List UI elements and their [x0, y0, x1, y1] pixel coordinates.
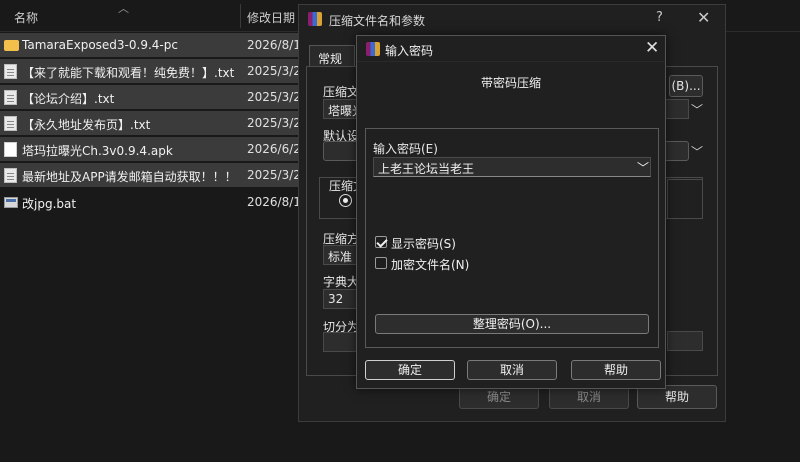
sort-up-icon: ︿: [118, 2, 129, 15]
dialog-titlebar[interactable]: 压缩文件名和参数 ? ✕: [299, 5, 725, 33]
folder-icon: [4, 40, 19, 51]
dict-select[interactable]: 32: [323, 289, 357, 309]
encrypt-names-label[interactable]: 加密文件名(N): [391, 256, 469, 273]
file-name: 最新地址及APP请发邮箱自动获取！！！....: [22, 170, 237, 184]
help-button[interactable]: 帮助: [571, 360, 661, 380]
file-name: 塔玛拉曝光Ch.3v0.9.4.apk: [22, 144, 173, 158]
password-input[interactable]: 上老王论坛当老王: [373, 157, 651, 177]
text-file-icon: [4, 168, 17, 183]
dict-label: 字典大: [323, 275, 360, 289]
help-icon[interactable]: ?: [656, 10, 663, 25]
split-select[interactable]: [323, 332, 357, 352]
dialog-heading: 带密码压缩: [480, 76, 541, 90]
file-name: TamaraExposed3-0.9.4-pc: [22, 38, 178, 52]
file-row[interactable]: 【永久地址发布页】.txt 2025/3/20: [0, 111, 309, 135]
tab-general[interactable]: 常规: [309, 45, 355, 67]
password-label: 输入密码(E): [373, 142, 438, 156]
chevron-down-icon[interactable]: ﹀: [691, 143, 703, 160]
chevron-down-icon[interactable]: ﹀: [637, 159, 649, 176]
file-name: 【永久地址发布页】.txt: [22, 118, 151, 132]
method-select[interactable]: 标准: [323, 245, 357, 265]
archive-name-label: 压缩文: [323, 85, 360, 99]
file-name: 【论坛介绍】.txt: [22, 92, 115, 106]
file-name: 【来了就能下载和观看！纯免费！】.txt: [22, 66, 235, 80]
encrypt-names-checkbox[interactable]: [375, 257, 387, 269]
file-row[interactable]: 【来了就能下载和观看！纯免费！】.txt 2025/3/20: [0, 59, 309, 83]
file-row[interactable]: 改jpg.bat 2026/8/13: [0, 190, 309, 214]
password-dialog: 输入密码 ✕ 带密码压缩 输入密码(E) 上老王论坛当老王 ﹀ 显示密码(S) …: [356, 35, 666, 389]
column-date-header[interactable]: 修改日期: [247, 9, 295, 26]
browse-button[interactable]: (B)...: [669, 75, 703, 97]
cancel-button[interactable]: 取消: [467, 360, 557, 380]
batch-file-icon: [4, 197, 18, 208]
show-password-checkbox[interactable]: [375, 236, 387, 248]
column-name-header[interactable]: 名称: [14, 9, 38, 26]
column-divider[interactable]: [240, 4, 241, 28]
close-icon[interactable]: ✕: [645, 38, 659, 58]
file-row[interactable]: 塔玛拉曝光Ch.3v0.9.4.apk 2026/6/23: [0, 137, 309, 161]
apk-file-icon: [4, 142, 17, 157]
file-row[interactable]: 【论坛介绍】.txt 2025/3/20: [0, 85, 309, 109]
radio-button[interactable]: [339, 194, 352, 207]
close-icon[interactable]: ✕: [697, 8, 710, 27]
winrar-icon: [308, 12, 322, 26]
dialog-title: 压缩文件名和参数: [329, 14, 426, 28]
organize-passwords-button[interactable]: 整理密码(O)...: [375, 314, 649, 334]
file-row[interactable]: 最新地址及APP请发邮箱自动获取！！！.... 2025/3/20: [0, 163, 309, 187]
text-file-icon: [4, 116, 17, 131]
file-name: 改jpg.bat: [22, 197, 77, 211]
text-file-icon: [4, 90, 17, 105]
ok-button[interactable]: 确定: [365, 360, 455, 380]
dialog-titlebar[interactable]: 输入密码 ✕: [357, 36, 665, 62]
chevron-down-icon[interactable]: ﹀: [691, 101, 703, 118]
winrar-icon: [366, 42, 380, 56]
dialog-title: 输入密码: [385, 44, 434, 58]
file-row[interactable]: TamaraExposed3-0.9.4-pc 2026/8/13: [0, 33, 309, 57]
option-field[interactable]: [667, 331, 703, 351]
show-password-label[interactable]: 显示密码(S): [391, 235, 456, 252]
text-file-icon: [4, 64, 17, 79]
options-box: [667, 179, 703, 219]
